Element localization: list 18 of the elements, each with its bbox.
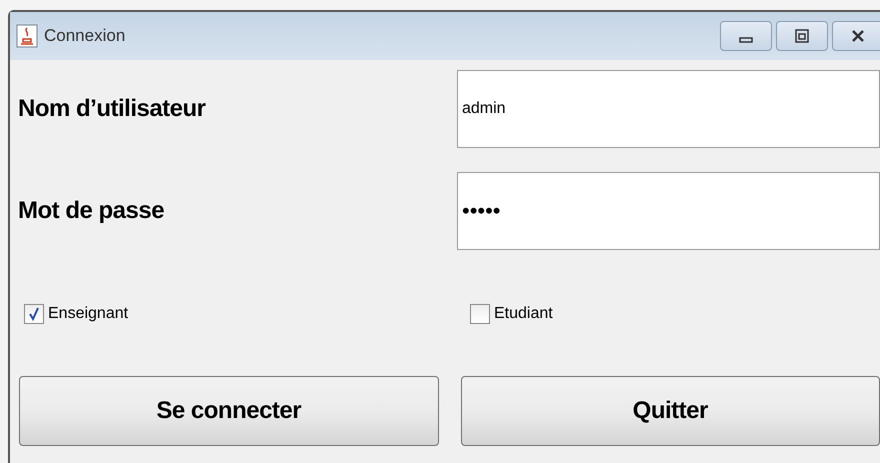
password-field[interactable]: •••••: [457, 172, 880, 250]
action-button[interactable]: Quitter: [460, 376, 880, 446]
field-label: Nom d’utilisateur: [18, 94, 207, 124]
window-title: Connexion: [44, 25, 126, 48]
checkbox[interactable]: Etudiant: [470, 302, 553, 326]
minimize-button[interactable]: [720, 21, 772, 51]
minimize-icon: [739, 37, 753, 43]
maximize-button[interactable]: [776, 21, 828, 51]
checkmark-icon: [28, 307, 40, 321]
maximize-icon: [794, 29, 810, 43]
action-button[interactable]: Se connecter: [19, 376, 438, 446]
coffee-cup-icon: [16, 24, 38, 48]
checkbox[interactable]: Enseignant: [24, 302, 470, 326]
text-field[interactable]: admin: [457, 70, 880, 148]
field-label: Mot de passe: [18, 196, 166, 226]
checkbox-box: [470, 304, 490, 324]
close-icon: [850, 29, 866, 43]
close-button[interactable]: [832, 21, 880, 51]
